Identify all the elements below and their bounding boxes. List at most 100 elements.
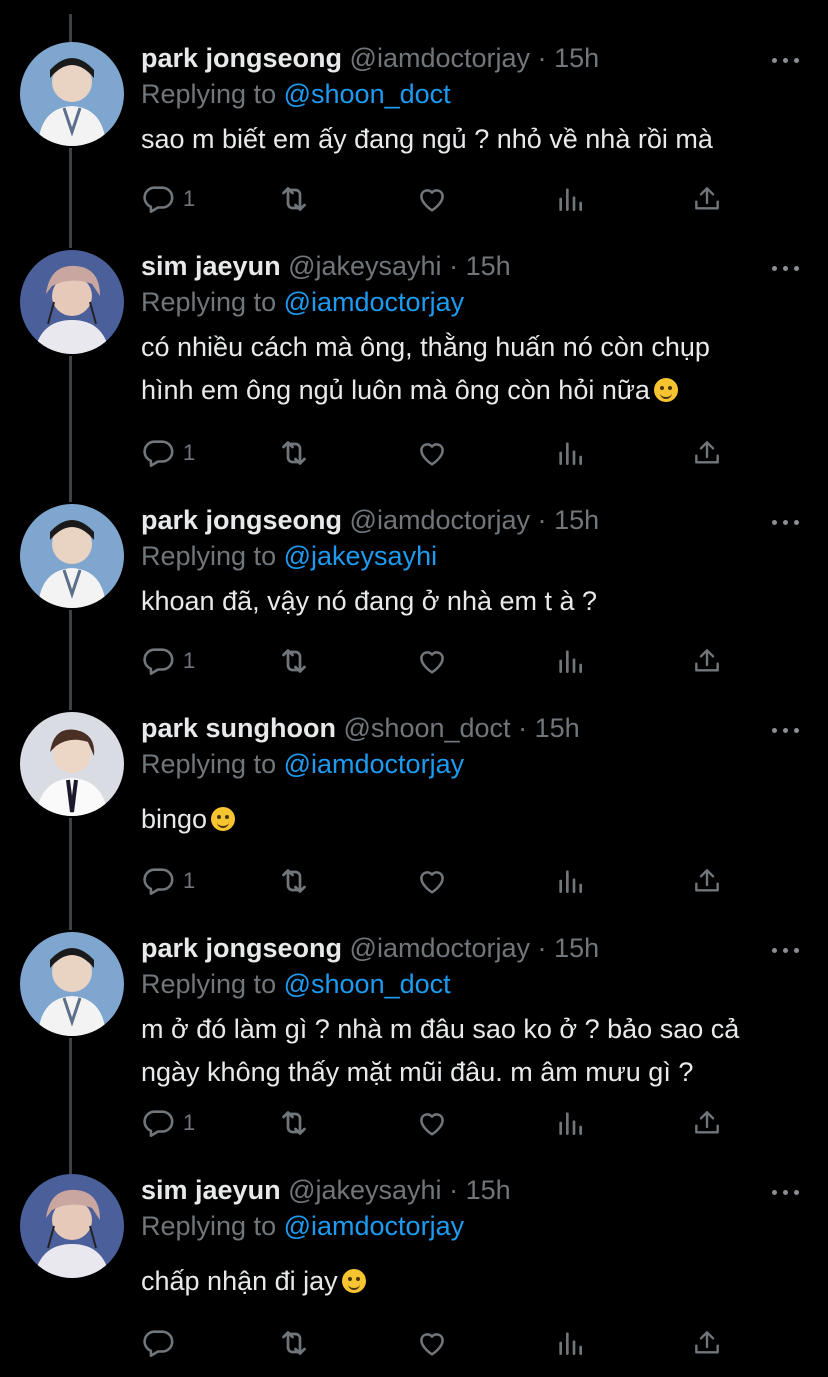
share-button[interactable] [691, 643, 723, 679]
separator-dot: · [537, 43, 547, 73]
views-button[interactable] [554, 435, 586, 471]
tweet-text-line: khoan đã, vậy nó đang ở nhà em t à ? [141, 586, 598, 616]
reply-button[interactable]: 1 [141, 863, 195, 899]
more-icon[interactable] [772, 263, 800, 273]
avatar[interactable] [20, 42, 124, 146]
more-icon[interactable] [772, 725, 800, 735]
handle[interactable]: @iamdoctorjay [350, 43, 530, 73]
reply-icon [143, 648, 174, 676]
display-name[interactable]: park sunghoon [141, 713, 336, 743]
like-icon [420, 871, 444, 894]
action-bar: 1 [141, 1105, 741, 1141]
display-name[interactable]: sim jaeyun [141, 1175, 281, 1205]
reply-icon [143, 440, 174, 468]
separator-dot: · [449, 251, 459, 281]
mention-link[interactable]: @shoon_doct [284, 969, 451, 999]
reply-count: 1 [183, 868, 196, 893]
like-button[interactable] [415, 181, 449, 217]
mention-link[interactable]: @iamdoctorjay [284, 287, 464, 317]
reply-count: 1 [183, 648, 196, 673]
views-button[interactable] [554, 181, 586, 217]
display-name[interactable]: park jongseong [141, 505, 342, 535]
display-name[interactable]: park jongseong [141, 933, 342, 963]
avatar[interactable] [20, 250, 124, 354]
action-bar: 1 [141, 435, 741, 471]
views-icon [559, 650, 582, 673]
share-button[interactable] [691, 863, 723, 899]
views-icon [559, 1112, 582, 1135]
timestamp[interactable]: 15h [554, 933, 599, 963]
retweet-button[interactable] [276, 643, 312, 679]
like-button[interactable] [415, 1105, 449, 1141]
tweet-text-span: chấp nhận đi jay [141, 1266, 338, 1296]
retweet-icon [282, 1111, 306, 1135]
avatar[interactable] [20, 1174, 124, 1278]
avatar[interactable] [20, 504, 124, 608]
replying-prefix: Replying to [141, 79, 277, 109]
more-icon[interactable] [772, 945, 800, 955]
reply-icon [143, 1110, 174, 1138]
reply-icon [143, 186, 174, 214]
replying-to: Replying to @shoon_doct [141, 78, 451, 110]
views-button[interactable] [554, 1325, 586, 1361]
avatar[interactable] [20, 932, 124, 1036]
views-button[interactable] [554, 863, 586, 899]
timestamp[interactable]: 15h [535, 713, 580, 743]
share-button[interactable] [691, 435, 723, 471]
views-button[interactable] [554, 643, 586, 679]
mention-link[interactable]: @jakeysayhi [284, 541, 437, 571]
replying-to: Replying to @shoon_doct [141, 968, 451, 1000]
share-button[interactable] [691, 181, 723, 217]
avatar[interactable] [20, 712, 124, 816]
more-icon[interactable] [772, 517, 800, 527]
tweet-text: chấp nhận đi jay [141, 1260, 801, 1303]
like-icon [420, 189, 444, 212]
retweet-icon [282, 649, 306, 673]
tweet-text-line: ngày không thấy mặt mũi đâu. m âm mưu gì… [141, 1057, 694, 1087]
reply-button[interactable] [141, 1325, 183, 1361]
handle[interactable]: @shoon_doct [344, 713, 511, 743]
retweet-button[interactable] [276, 181, 312, 217]
views-button[interactable] [554, 1105, 586, 1141]
reply-button[interactable]: 1 [141, 1105, 195, 1141]
timestamp[interactable]: 15h [466, 251, 511, 281]
reply-button[interactable]: 1 [141, 181, 195, 217]
more-icon[interactable] [772, 1187, 800, 1197]
mention-link[interactable]: @iamdoctorjay [284, 1211, 464, 1241]
retweet-button[interactable] [276, 435, 312, 471]
replying-to: Replying to @iamdoctorjay [141, 1210, 464, 1242]
mention-link[interactable]: @iamdoctorjay [284, 749, 464, 779]
retweet-icon [282, 187, 306, 211]
share-icon [695, 1331, 719, 1354]
like-button[interactable] [415, 435, 449, 471]
handle[interactable]: @iamdoctorjay [350, 933, 530, 963]
display-name[interactable]: sim jaeyun [141, 251, 281, 281]
reply-count: 1 [183, 186, 196, 211]
more-icon[interactable] [772, 55, 800, 65]
tweet-text-line: có nhiều cách mà ông, thằng huấn nó còn … [141, 332, 710, 362]
like-button[interactable] [415, 643, 449, 679]
handle[interactable]: @jakeysayhi [288, 251, 441, 281]
like-button[interactable] [415, 863, 449, 899]
like-icon [420, 1113, 444, 1136]
retweet-button[interactable] [276, 863, 312, 899]
timestamp[interactable]: 15h [554, 505, 599, 535]
share-button[interactable] [691, 1325, 723, 1361]
mention-link[interactable]: @shoon_doct [284, 79, 451, 109]
timestamp[interactable]: 15h [466, 1175, 511, 1205]
display-name[interactable]: park jongseong [141, 43, 342, 73]
retweet-icon [282, 869, 306, 893]
like-icon [420, 651, 444, 674]
handle[interactable]: @iamdoctorjay [350, 505, 530, 535]
share-button[interactable] [691, 1105, 723, 1141]
views-icon [559, 1332, 582, 1355]
like-icon [420, 1333, 444, 1356]
timestamp[interactable]: 15h [554, 43, 599, 73]
retweet-button[interactable] [276, 1105, 312, 1141]
share-icon [695, 1111, 719, 1134]
reply-button[interactable]: 1 [141, 643, 195, 679]
handle[interactable]: @jakeysayhi [288, 1175, 441, 1205]
like-button[interactable] [415, 1325, 449, 1361]
reply-button[interactable]: 1 [141, 435, 195, 471]
retweet-button[interactable] [276, 1325, 312, 1361]
